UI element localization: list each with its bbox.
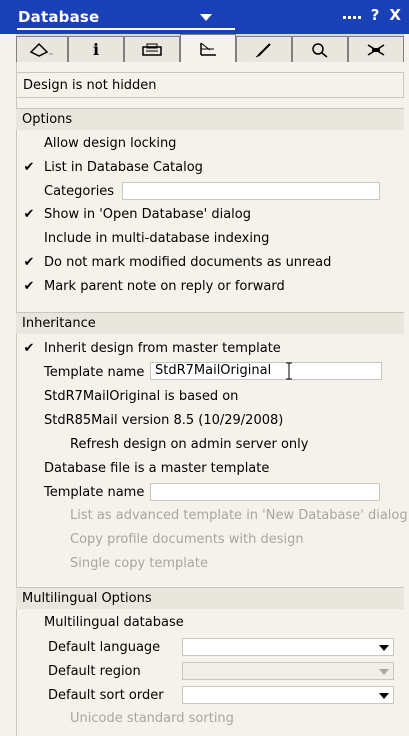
categories-row: Categories [44, 180, 114, 202]
multilingual-db-row[interactable]: Multilingual database [22, 611, 184, 633]
default-sort-row: Default sort order [48, 684, 164, 706]
list-in-catalog-checkbox[interactable]: ✔ [22, 160, 36, 175]
based-on-text-1: StdR7MailOriginal is based on [44, 388, 239, 404]
multilingual-db-label: Multilingual database [44, 614, 184, 630]
mark-parent-note-label: Mark parent note on reply or forward [44, 278, 285, 294]
network-icon [367, 43, 385, 56]
chevron-down-icon [379, 693, 389, 699]
template-name2-label: Template name [44, 484, 145, 500]
default-sort-label: Default sort order [48, 687, 164, 703]
template-name-label: Template name [44, 364, 145, 380]
pen-icon [255, 42, 271, 57]
multilingual-db-checkbox[interactable] [22, 615, 36, 629]
design-icon [200, 42, 216, 56]
template-name2-row: Template name [44, 481, 144, 503]
do-not-mark-unread-row[interactable]: ✔ Do not mark modified documents as unre… [22, 251, 332, 273]
default-region-select[interactable] [182, 662, 394, 680]
info-icon: i [92, 40, 100, 59]
list-in-catalog-row[interactable]: ✔ List in Database Catalog [22, 156, 203, 178]
include-multi-index-row[interactable]: Include in multi-database indexing [22, 227, 269, 249]
chevron-down-icon [379, 669, 389, 675]
template-name-row: Template name [44, 361, 144, 383]
list-advanced-label: List as advanced template in 'New Databa… [70, 507, 408, 523]
tab-advanced[interactable] [348, 36, 404, 62]
list-in-catalog-label: List in Database Catalog [44, 159, 203, 175]
unicode-sorting-row[interactable]: Unicode standard sorting [48, 707, 234, 729]
show-open-db-checkbox[interactable]: ✔ [22, 207, 36, 222]
include-multi-index-checkbox[interactable] [22, 231, 36, 245]
based-on-text-2: StdR85Mail version 8.5 (10/29/2008) [44, 412, 284, 428]
list-advanced-row[interactable]: List as advanced template in 'New Databa… [48, 504, 408, 526]
show-open-db-row[interactable]: ✔ Show in 'Open Database' dialog [22, 203, 251, 225]
based-on-line2: StdR85Mail version 8.5 (10/29/2008) [44, 409, 283, 431]
eraser-icon [29, 42, 53, 57]
copy-profile-checkbox[interactable] [48, 532, 62, 546]
text-cursor-icon [286, 362, 292, 380]
inheritance-header: Inheritance [16, 312, 404, 334]
single-copy-label: Single copy template [70, 555, 208, 571]
default-language-select[interactable] [182, 638, 394, 656]
include-multi-index-label: Include in multi-database indexing [44, 230, 270, 246]
inherit-design-label: Inherit design from master template [44, 340, 281, 356]
default-language-row: Default language [48, 636, 160, 658]
title-dropdown-icon[interactable] [200, 14, 212, 21]
template-name2-input[interactable] [150, 483, 380, 501]
refresh-admin-label: Refresh design on admin server only [70, 436, 309, 452]
grip-icon[interactable] [342, 15, 361, 19]
design-status: Design is not hidden [16, 72, 404, 98]
help-icon[interactable]: ? [371, 6, 380, 24]
mark-parent-note-row[interactable]: ✔ Mark parent note on reply or forward [22, 275, 285, 297]
master-template-checkbox[interactable] [22, 461, 36, 475]
list-advanced-checkbox[interactable] [48, 508, 62, 522]
copy-profile-label: Copy profile documents with design [70, 531, 304, 547]
tab-info[interactable]: i [68, 36, 124, 62]
unicode-sorting-label: Unicode standard sorting [70, 710, 234, 726]
show-open-db-label: Show in 'Open Database' dialog [44, 206, 252, 222]
tab-basics[interactable] [16, 36, 68, 62]
search-icon [312, 42, 328, 58]
do-not-mark-unread-label: Do not mark modified documents as unread [44, 254, 332, 270]
tab-print[interactable] [124, 36, 180, 62]
unicode-sorting-checkbox[interactable] [48, 711, 62, 725]
copy-profile-row[interactable]: Copy profile documents with design [48, 528, 304, 550]
default-region-label: Default region [48, 663, 141, 679]
tab-design[interactable] [180, 34, 236, 62]
allow-design-locking-checkbox[interactable] [22, 136, 36, 150]
print-icon [142, 43, 162, 56]
mark-parent-note-checkbox[interactable]: ✔ [22, 279, 36, 294]
tab-launch[interactable] [236, 36, 292, 62]
title-underline [17, 28, 235, 30]
categories-label: Categories [44, 183, 115, 199]
refresh-admin-checkbox[interactable] [48, 437, 62, 451]
single-copy-checkbox[interactable] [48, 556, 62, 570]
chevron-down-icon [379, 645, 389, 651]
master-template-row[interactable]: Database file is a master template [22, 457, 269, 479]
based-on-line1: StdR7MailOriginal is based on [44, 385, 238, 407]
default-region-row: Default region [48, 660, 141, 682]
categories-input[interactable] [122, 182, 380, 200]
options-header: Options [16, 108, 404, 130]
refresh-admin-row[interactable]: Refresh design on admin server only [48, 433, 308, 455]
close-icon[interactable]: X [389, 6, 401, 24]
default-sort-select[interactable] [182, 686, 394, 704]
multilingual-header: Multilingual Options [16, 587, 404, 609]
do-not-mark-unread-checkbox[interactable]: ✔ [22, 255, 36, 270]
title-bar: Database ? X [0, 0, 409, 34]
allow-design-locking-label: Allow design locking [44, 135, 177, 151]
tab-search[interactable] [292, 36, 348, 62]
default-language-label: Default language [48, 639, 161, 655]
inherit-design-row[interactable]: ✔ Inherit design from master template [22, 337, 281, 359]
allow-design-locking-row[interactable]: Allow design locking [22, 132, 176, 154]
master-template-label: Database file is a master template [44, 460, 270, 476]
tab-strip: i [16, 34, 404, 62]
inherit-design-checkbox[interactable]: ✔ [22, 341, 36, 356]
single-copy-row[interactable]: Single copy template [48, 552, 208, 574]
template-name-input[interactable]: StdR7MailOriginal [150, 362, 382, 380]
panel-title[interactable]: Database [18, 8, 99, 26]
